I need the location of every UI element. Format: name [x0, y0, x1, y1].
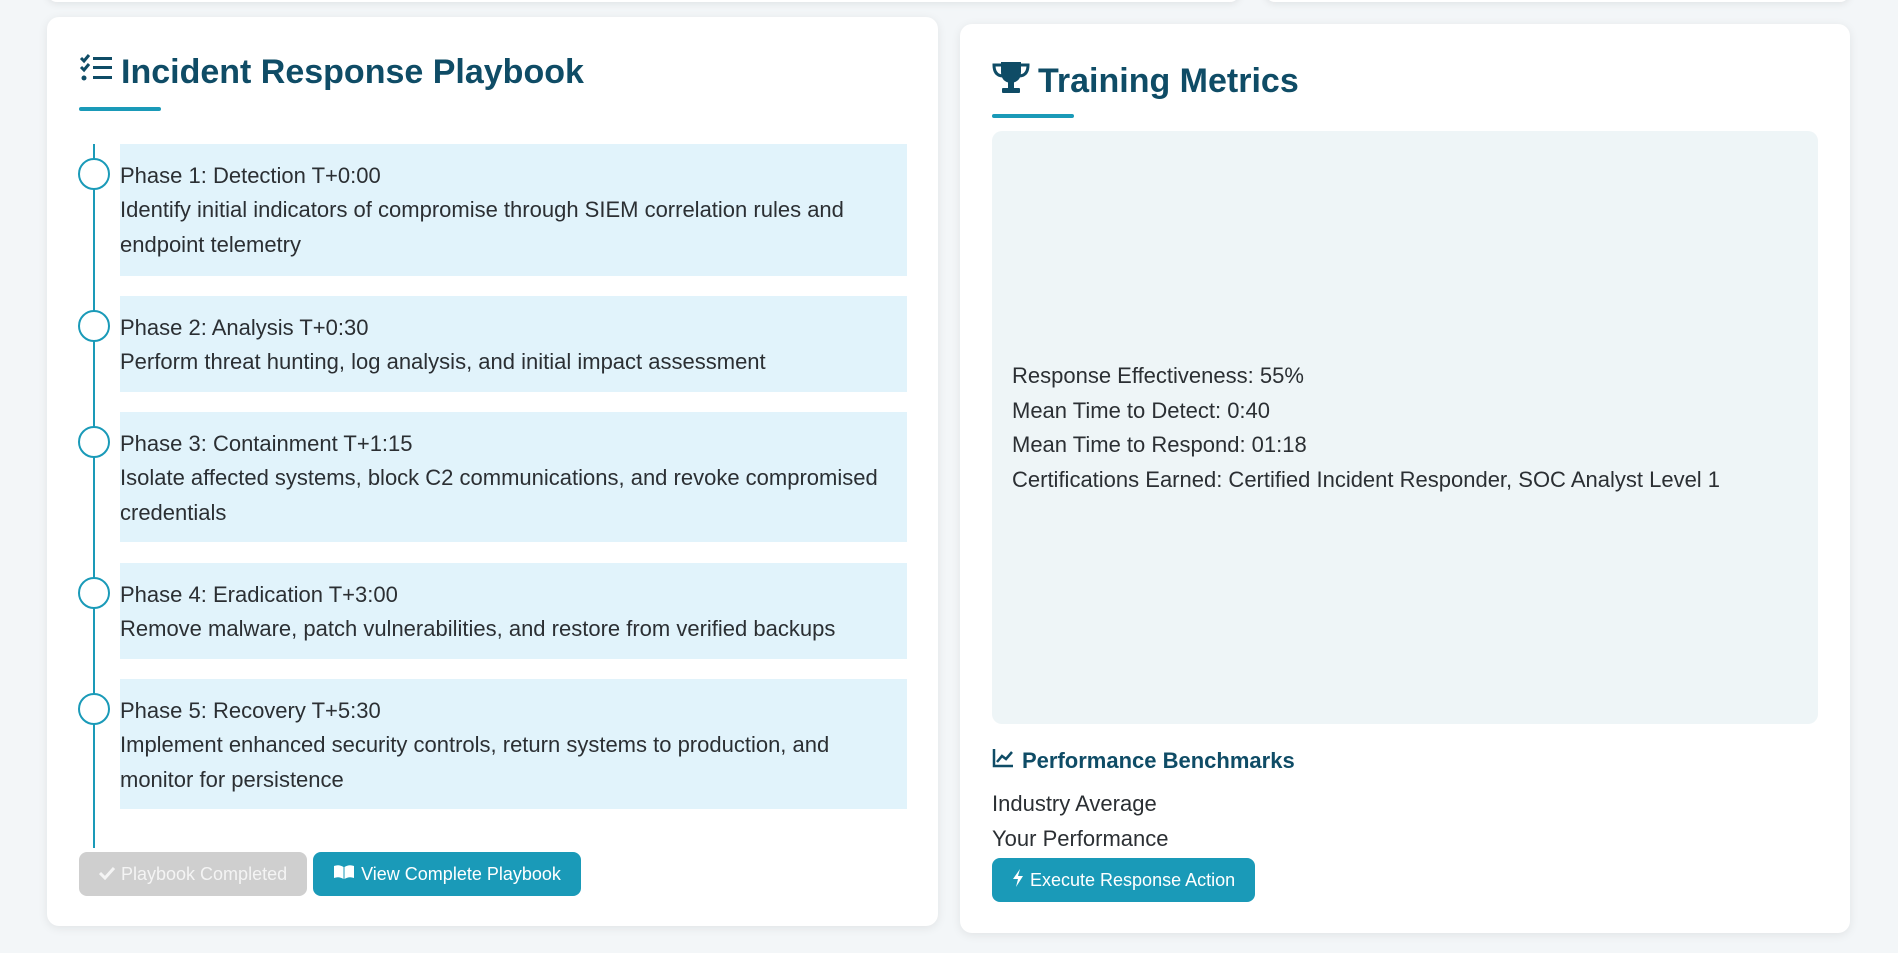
top-card-stub-right [1265, 0, 1850, 2]
benchmarks-title-text: Performance Benchmarks [1022, 748, 1295, 773]
execute-response-button[interactable]: Execute Response Action [992, 858, 1256, 902]
phase-description: Isolate affected systems, block C2 commu… [120, 465, 878, 525]
phase-description: Identify initial indicators of compromis… [120, 197, 844, 257]
checklist-icon [79, 53, 113, 92]
title-underline [79, 107, 161, 111]
phase-description: Perform threat hunting, log analysis, an… [120, 349, 766, 374]
metric-mean-time-to-detect: Mean Time to Detect: 0:40 [1012, 397, 1271, 423]
phase-heading: Phase 3: Containment T+1:15 [120, 431, 413, 456]
playbook-actions: Playbook Completed View Complete Playboo… [79, 852, 581, 896]
playbook-title: Incident Response Playbook [79, 53, 584, 92]
phase-heading: Phase 4: Eradication T+3:00 [120, 582, 398, 607]
playbook-title-text: Incident Response Playbook [121, 53, 584, 91]
playbook-completed-label: Playbook Completed [121, 863, 288, 884]
metric-mean-time-to-respond: Mean Time to Respond: 01:18 [1012, 432, 1307, 457]
metrics-title: Training Metrics [992, 60, 1299, 103]
trophy-icon [992, 60, 1030, 103]
metrics-card: Training Metrics Response Effectiveness:… [960, 24, 1850, 933]
playbook-card: Incident Response Playbook Phase 1: Dete… [47, 17, 938, 926]
line-chart-icon [992, 748, 1014, 774]
view-playbook-button[interactable]: View Complete Playbook [313, 852, 581, 896]
phase-timeline: Phase 1: Detection T+0:00 Identify initi… [77, 144, 917, 848]
metric-certifications: Certifications Earned: Certified Inciden… [1012, 466, 1721, 492]
metrics-list: Response Effectiveness: 55% Mean Time to… [1012, 359, 1720, 497]
benchmarks-title: Performance Benchmarks [992, 748, 1295, 774]
metrics-panel: Response Effectiveness: 55% Mean Time to… [992, 131, 1818, 724]
playbook-completed-button[interactable]: Playbook Completed [79, 852, 308, 896]
title-underline [992, 114, 1074, 118]
phase-dot [78, 693, 110, 725]
book-open-icon [333, 864, 355, 885]
phase-item[interactable]: Phase 3: Containment T+1:15 Isolate affe… [78, 412, 907, 542]
phase-dot [78, 158, 110, 190]
phase-item[interactable]: Phase 5: Recovery T+5:30 Implement enhan… [78, 679, 907, 809]
execute-response-label: Execute Response Action [1030, 869, 1236, 890]
metric-response-effectiveness: Response Effectiveness: 55% [1012, 363, 1304, 388]
view-playbook-label: View Complete Playbook [361, 863, 561, 884]
timeline-line [93, 144, 95, 848]
metrics-title-text: Training Metrics [1038, 62, 1299, 100]
industry-average-label: Industry Average [992, 791, 1157, 816]
phase-item[interactable]: Phase 4: Eradication T+3:00 Remove malwa… [78, 563, 907, 659]
phase-dot [78, 426, 110, 458]
check-icon [98, 864, 116, 885]
phase-heading: Phase 1: Detection T+0:00 [120, 163, 381, 188]
bolt-icon [1012, 868, 1024, 892]
phase-dot [78, 310, 110, 342]
your-performance-label: Your Performance [992, 826, 1169, 851]
phase-description: Remove malware, patch vulnerabilities, a… [120, 616, 836, 641]
phase-heading: Phase 5: Recovery T+5:30 [120, 698, 381, 723]
phase-heading: Phase 2: Analysis T+0:30 [120, 315, 369, 340]
phase-dot [78, 577, 110, 609]
top-card-stub-left [47, 0, 1240, 2]
phase-item[interactable]: Phase 1: Detection T+0:00 Identify initi… [78, 144, 907, 276]
phase-item[interactable]: Phase 2: Analysis T+0:30 Perform threat … [78, 296, 907, 392]
phase-description: Implement enhanced security controls, re… [120, 732, 830, 792]
